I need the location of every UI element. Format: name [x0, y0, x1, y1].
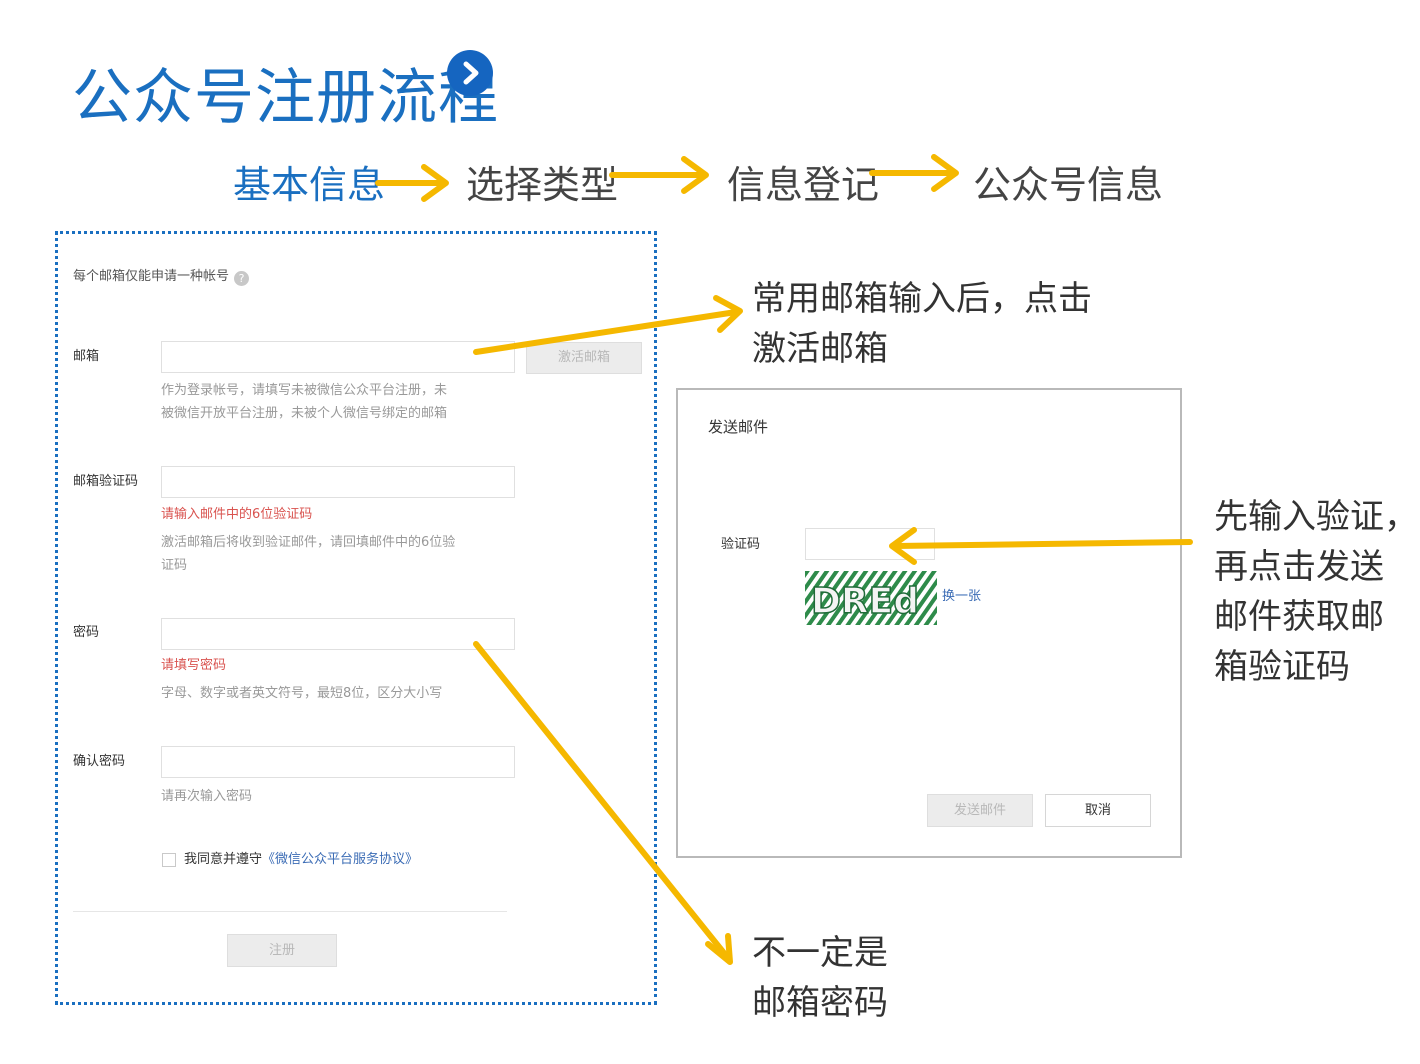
callout-email: 常用邮箱输入后，点击 激活邮箱 [752, 274, 1092, 374]
captcha-image: DREd [805, 571, 937, 629]
callout-captcha-line1: 先输入验证， [1214, 497, 1418, 537]
confirm-password-input[interactable] [161, 746, 515, 778]
email-label: 邮箱 [73, 349, 100, 364]
verify-code-error: 请输入邮件中的6位验证码 [161, 507, 313, 522]
step-account-info: 公众号信息 [973, 163, 1164, 207]
email-hint: 作为登录帐号，请填写未被微信公众平台注册，未 被微信开放平台注册，未被个人微信号… [161, 379, 447, 425]
step-select-type: 选择类型 [466, 163, 619, 207]
activate-email-button[interactable]: 激活邮箱 [526, 342, 642, 374]
email-hint-line2: 被微信开放平台注册，未被个人微信号绑定的邮箱 [161, 406, 448, 421]
password-label: 密码 [73, 625, 100, 640]
step-arrow-3-head [931, 154, 959, 192]
step-info-register: 信息登记 [727, 163, 880, 207]
callout-password: 不一定是 邮箱密码 [752, 928, 888, 1028]
confirm-password-hint: 请再次输入密码 [161, 789, 253, 804]
confirm-password-label: 确认密码 [73, 754, 126, 769]
question-icon[interactable]: ? [234, 271, 250, 286]
refresh-captcha-link[interactable]: 换一张 [942, 586, 981, 608]
callout-email-line1: 常用邮箱输入后，点击 [752, 279, 1092, 319]
send-email-button[interactable]: 发送邮件 [927, 794, 1033, 827]
email-callout-arrow-head [713, 295, 743, 333]
step-arrow-1-head [421, 164, 449, 202]
step-arrow-2-head [681, 156, 709, 194]
step-basic-info: 基本信息 [233, 163, 386, 207]
captcha-input[interactable] [805, 528, 935, 560]
callout-captcha-line2: 再点击发送 [1214, 547, 1384, 587]
cancel-button[interactable]: 取消 [1045, 794, 1151, 827]
email-hint-line1: 作为登录帐号，请填写未被微信公众平台注册，未 [161, 383, 448, 398]
form-notice: 每个邮箱仅能申请一种帐号? [73, 266, 250, 288]
next-button[interactable] [447, 50, 493, 96]
password-hint: 字母、数字或者英文符号，最短8位，区分大小写 [161, 686, 443, 701]
verify-code-hint: 激活邮箱后将收到验证邮件，请回填邮件中的6位验 证码 [161, 531, 455, 577]
callout-captcha: 先输入验证， 再点击发送 邮件获取邮 箱验证码 [1214, 492, 1418, 692]
password-callout-arrow-head [705, 933, 733, 965]
captcha-text: DREd [811, 581, 919, 622]
captcha-label: 验证码 [721, 537, 761, 552]
verify-code-input[interactable] [161, 466, 515, 498]
callout-email-line2: 激活邮箱 [752, 329, 888, 369]
chevron-right-icon [463, 61, 479, 85]
verify-code-hint-line1: 激活邮箱后将收到验证邮件，请回填邮件中的6位验 [161, 535, 456, 550]
password-input[interactable] [161, 618, 515, 650]
password-error: 请填写密码 [161, 658, 227, 673]
callout-password-line2: 邮箱密码 [752, 983, 888, 1023]
form-notice-text: 每个邮箱仅能申请一种帐号 [73, 269, 230, 284]
captcha-graphic: DREd [805, 571, 937, 625]
slide-title: 公众号注册流程 [72, 63, 499, 133]
service-agreement-link[interactable]: 《微信公众平台服务协议》 [262, 852, 418, 867]
verify-code-hint-line2: 证码 [161, 558, 188, 573]
register-button[interactable]: 注册 [227, 934, 337, 967]
agree-prefix: 我同意并遵守 [184, 852, 263, 867]
verify-code-label: 邮箱验证码 [73, 474, 139, 489]
form-divider [73, 911, 507, 912]
dialog-title: 发送邮件 [708, 418, 769, 436]
registration-form: 每个邮箱仅能申请一种帐号? 邮箱 激活邮箱 作为登录帐号，请填写未被微信公众平台… [55, 231, 657, 1005]
callout-captcha-line3: 邮件获取邮 [1214, 597, 1384, 637]
send-email-dialog: 发送邮件 验证码 DREd 换一张 发送邮件 取消 [676, 388, 1182, 858]
callout-password-line1: 不一定是 [752, 933, 888, 973]
callout-captcha-line4: 箱验证码 [1214, 647, 1350, 687]
agree-checkbox[interactable] [162, 853, 176, 867]
agree-text: 我同意并遵守《微信公众平台服务协议》 [184, 849, 418, 871]
email-input[interactable] [161, 341, 515, 373]
